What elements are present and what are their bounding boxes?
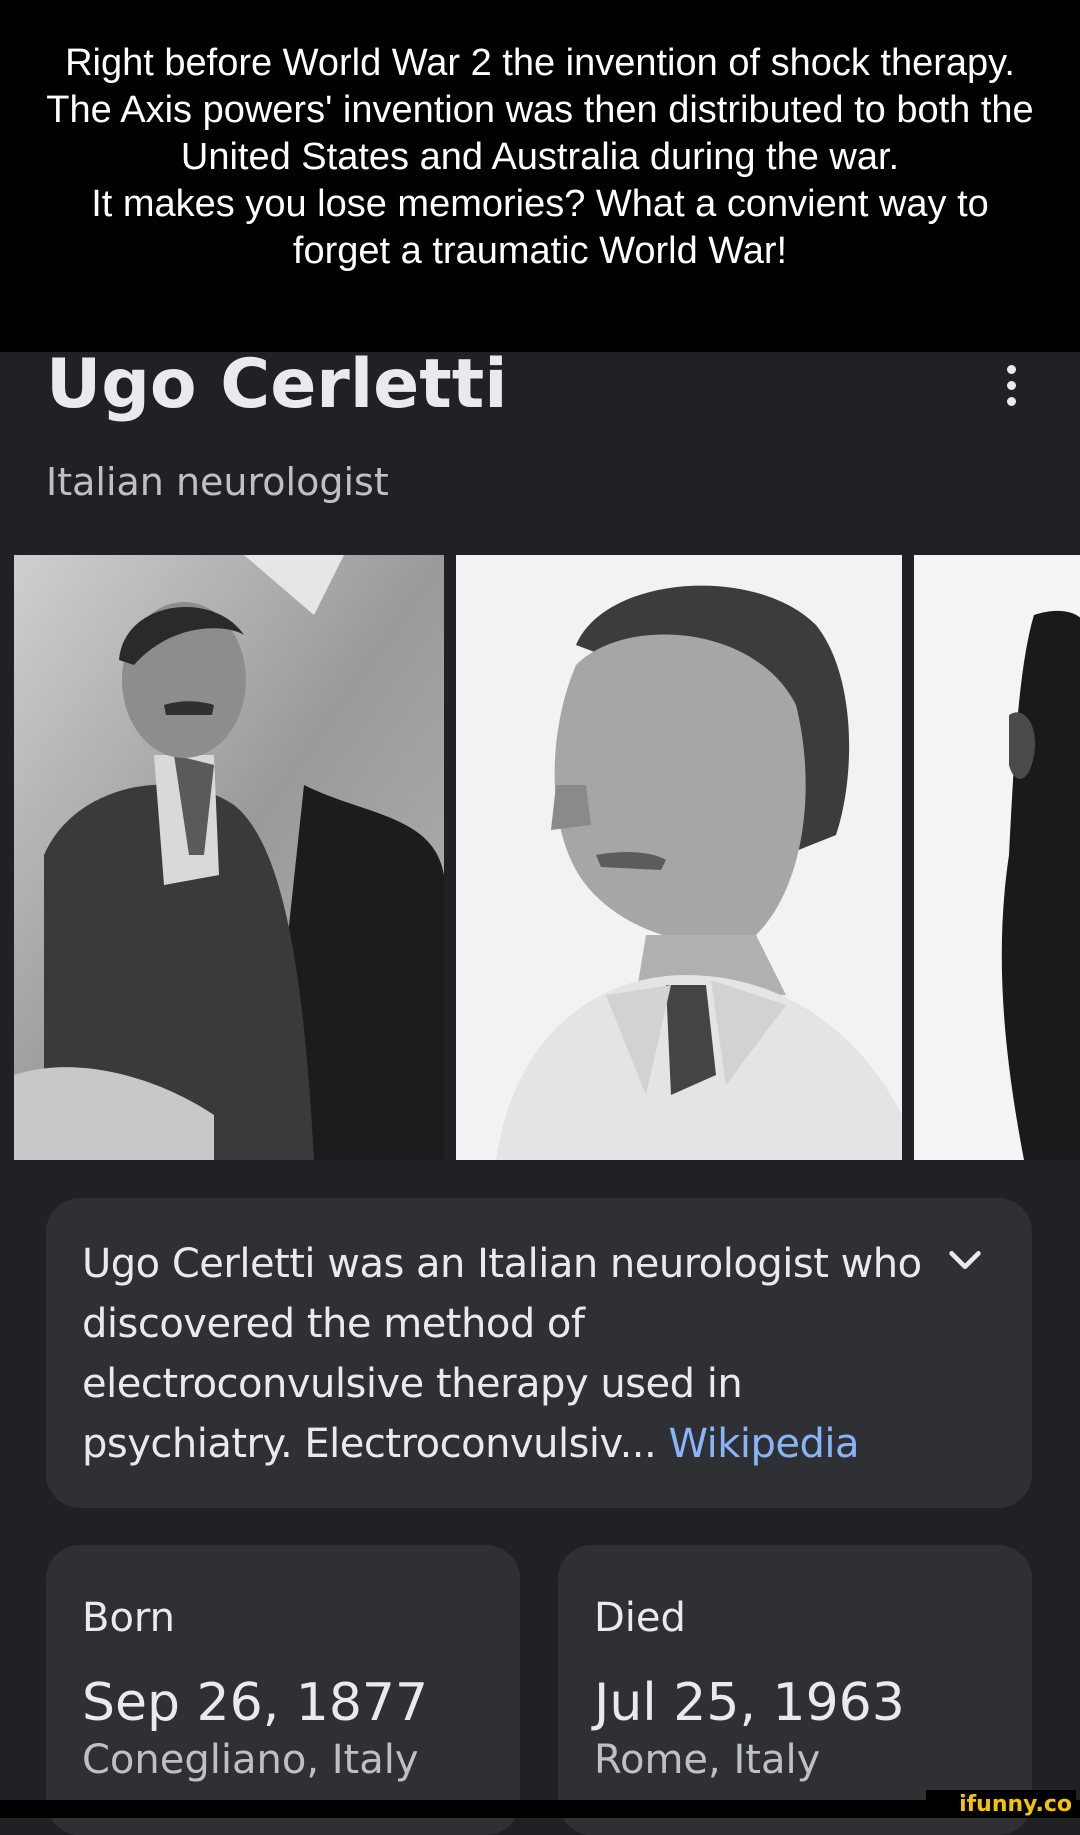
ifunny-watermark-logo: ifunny.co (926, 1790, 1076, 1816)
description-ellipsis: ... (619, 1421, 657, 1467)
entity-subtitle: Italian neurologist (46, 460, 389, 504)
portrait-photo-older[interactable] (456, 555, 902, 1160)
portrait-photo-partial[interactable] (914, 555, 1080, 1160)
caption-line-3: It makes you lose memories? What a convi… (91, 183, 989, 272)
born-fact-card[interactable]: Born Sep 26, 1877 Conegliano, Italy (46, 1545, 520, 1835)
wikipedia-link[interactable]: Wikipedia (668, 1421, 859, 1467)
chevron-down-icon[interactable] (942, 1238, 988, 1284)
born-date: Sep 26, 1877 (82, 1673, 429, 1733)
died-place: Rome, Italy (594, 1737, 821, 1783)
description-card: Ugo Cerletti was an Italian neurologist … (46, 1198, 1032, 1508)
bottom-strip (0, 1800, 1080, 1818)
caption-line-2: The Axis powers' invention was then dist… (46, 89, 1034, 178)
died-label: Died (594, 1595, 686, 1641)
more-vert-icon[interactable] (990, 360, 1032, 410)
caption-line-1: Right before World War 2 the invention o… (65, 42, 1015, 84)
died-date: Jul 25, 1963 (594, 1673, 905, 1733)
portrait-photo-young[interactable] (14, 555, 444, 1160)
svg-text:ifunny.co: ifunny.co (959, 1792, 1072, 1816)
meme-caption: Right before World War 2 the invention o… (0, 0, 1080, 352)
born-label: Born (82, 1595, 176, 1641)
entity-title: Ugo Cerletti (46, 345, 508, 424)
description-text: Ugo Cerletti was an Italian neurologist … (82, 1234, 922, 1474)
born-place: Conegliano, Italy (82, 1737, 419, 1783)
image-carousel[interactable] (0, 555, 1080, 1162)
